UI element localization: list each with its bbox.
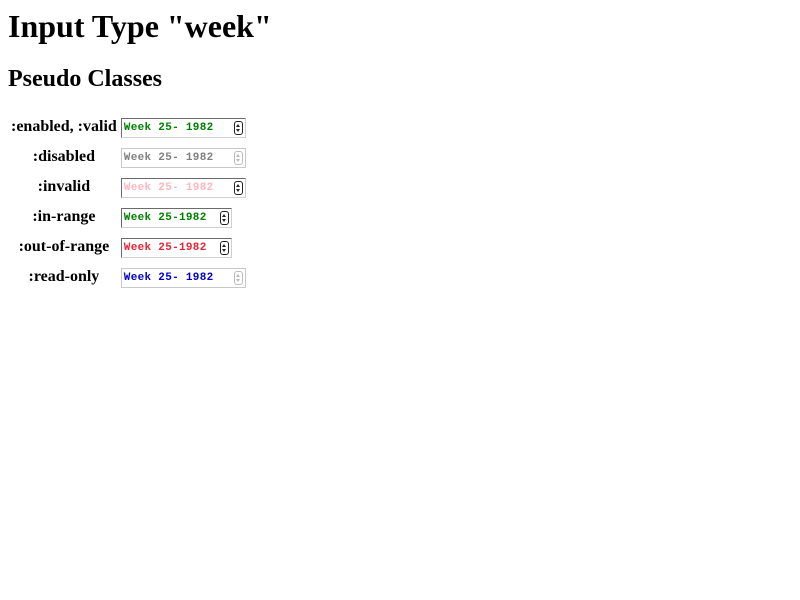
table-row: :disabled Week 25- 1982 — [10, 143, 247, 171]
arrow-up-icon — [236, 123, 241, 127]
table-row: :invalid Week 25- 1982 — [10, 173, 247, 201]
arrow-up-icon — [236, 183, 241, 187]
row-label-in-range: :in-range — [32, 208, 96, 225]
week-input-value: Week 25- 1982 — [123, 181, 214, 194]
week-input-value: Week 25- 1982 — [123, 271, 214, 284]
arrow-down-icon — [222, 218, 227, 222]
week-input-value: Week 25- 1982 — [123, 121, 214, 134]
spinner-icon[interactable] — [219, 210, 229, 225]
spinner-icon[interactable] — [233, 180, 243, 195]
spinner-icon — [233, 150, 243, 165]
week-input-read-only[interactable]: Week 25- 1982 — [120, 267, 246, 288]
spinner-icon[interactable] — [233, 120, 243, 135]
week-input-value: Week 25- 1982 — [123, 151, 214, 164]
row-label-disabled: :disabled — [32, 148, 96, 165]
table-row: :out-of-range Week 25-1982 — [10, 233, 247, 261]
arrow-up-icon — [236, 153, 241, 157]
week-input-value: Week 25-1982 — [123, 211, 207, 224]
arrow-up-icon — [222, 213, 227, 217]
week-input-invalid[interactable]: Week 25- 1982 — [120, 177, 246, 198]
row-label-enabled-valid: :enabled, :valid — [11, 118, 117, 135]
spinner-icon[interactable] — [219, 240, 229, 255]
week-input-in-range[interactable]: Week 25-1982 — [120, 207, 232, 228]
row-label-read-only: :read-only — [28, 268, 100, 285]
week-input-enabled-valid[interactable]: Week 25- 1982 — [120, 117, 246, 138]
arrow-down-icon — [236, 128, 241, 132]
table-row: :in-range Week 25-1982 — [10, 203, 247, 231]
page-title: Input Type "week" — [8, 8, 272, 44]
arrow-down-icon — [222, 248, 227, 252]
table-row: :read-only Week 25- 1982 — [10, 263, 247, 291]
arrow-up-icon — [236, 273, 241, 277]
pseudo-class-table: :enabled, :valid Week 25- 1982 :disabled… — [8, 111, 249, 293]
arrow-down-icon — [236, 158, 241, 162]
table-row: :enabled, :valid Week 25- 1982 — [10, 113, 247, 141]
spinner-icon — [233, 270, 243, 285]
week-input-out-of-range[interactable]: Week 25-1982 — [120, 237, 232, 258]
section-heading: Pseudo Classes — [8, 66, 163, 92]
row-label-invalid: :invalid — [37, 178, 91, 195]
week-input-disabled: Week 25- 1982 — [120, 147, 246, 168]
arrow-down-icon — [236, 188, 241, 192]
arrow-down-icon — [236, 278, 241, 282]
row-label-out-of-range: :out-of-range — [18, 238, 110, 255]
arrow-up-icon — [222, 243, 227, 247]
week-input-value: Week 25-1982 — [123, 241, 207, 254]
